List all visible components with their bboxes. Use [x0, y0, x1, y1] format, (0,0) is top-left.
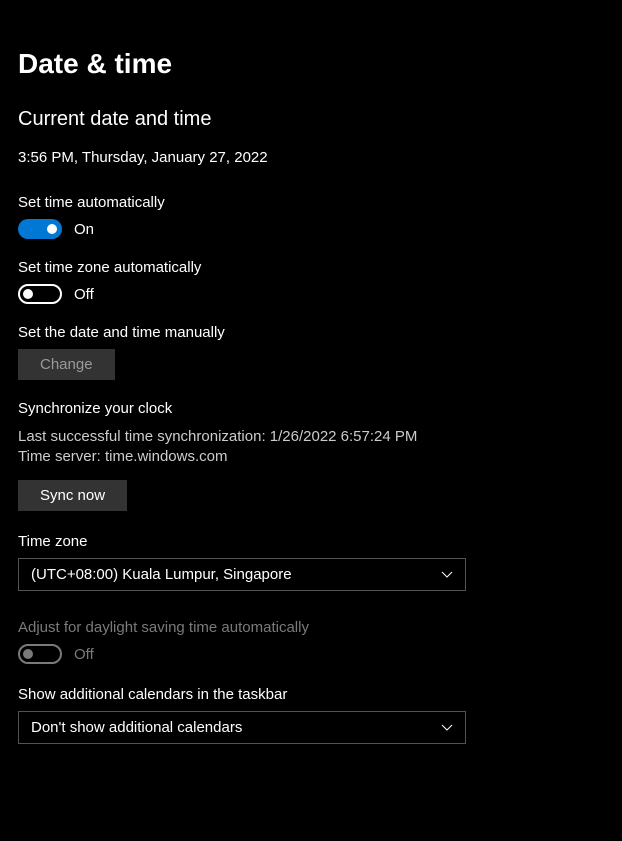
additional-calendars-label: Show additional calendars in the taskbar	[18, 686, 604, 703]
set-time-auto-toggle[interactable]	[18, 219, 62, 239]
time-server-text: Time server: time.windows.com	[18, 447, 604, 467]
set-time-auto-state: On	[74, 221, 94, 238]
timezone-label: Time zone	[18, 533, 604, 550]
chevron-down-icon	[441, 722, 453, 734]
sync-clock-title: Synchronize your clock	[18, 400, 604, 417]
additional-calendars-dropdown[interactable]: Don't show additional calendars	[18, 711, 466, 744]
set-timezone-auto-state: Off	[74, 286, 94, 303]
chevron-down-icon	[441, 569, 453, 581]
last-sync-text: Last successful time synchronization: 1/…	[18, 427, 604, 447]
set-timezone-auto-toggle[interactable]	[18, 284, 62, 304]
timezone-selected-value: (UTC+08:00) Kuala Lumpur, Singapore	[31, 566, 292, 583]
sync-now-button[interactable]: Sync now	[18, 480, 127, 511]
current-datetime-value: 3:56 PM, Thursday, January 27, 2022	[18, 149, 604, 166]
timezone-dropdown[interactable]: (UTC+08:00) Kuala Lumpur, Singapore	[18, 558, 466, 591]
current-datetime-section-title: Current date and time	[18, 108, 604, 131]
dst-state: Off	[74, 646, 94, 663]
set-time-auto-label: Set time automatically	[18, 194, 604, 211]
change-button[interactable]: Change	[18, 349, 115, 380]
dst-toggle	[18, 644, 62, 664]
additional-calendars-selected-value: Don't show additional calendars	[31, 719, 242, 736]
dst-label: Adjust for daylight saving time automati…	[18, 619, 604, 636]
page-title: Date & time	[18, 48, 604, 80]
set-timezone-auto-label: Set time zone automatically	[18, 259, 604, 276]
manual-datetime-label: Set the date and time manually	[18, 324, 604, 341]
